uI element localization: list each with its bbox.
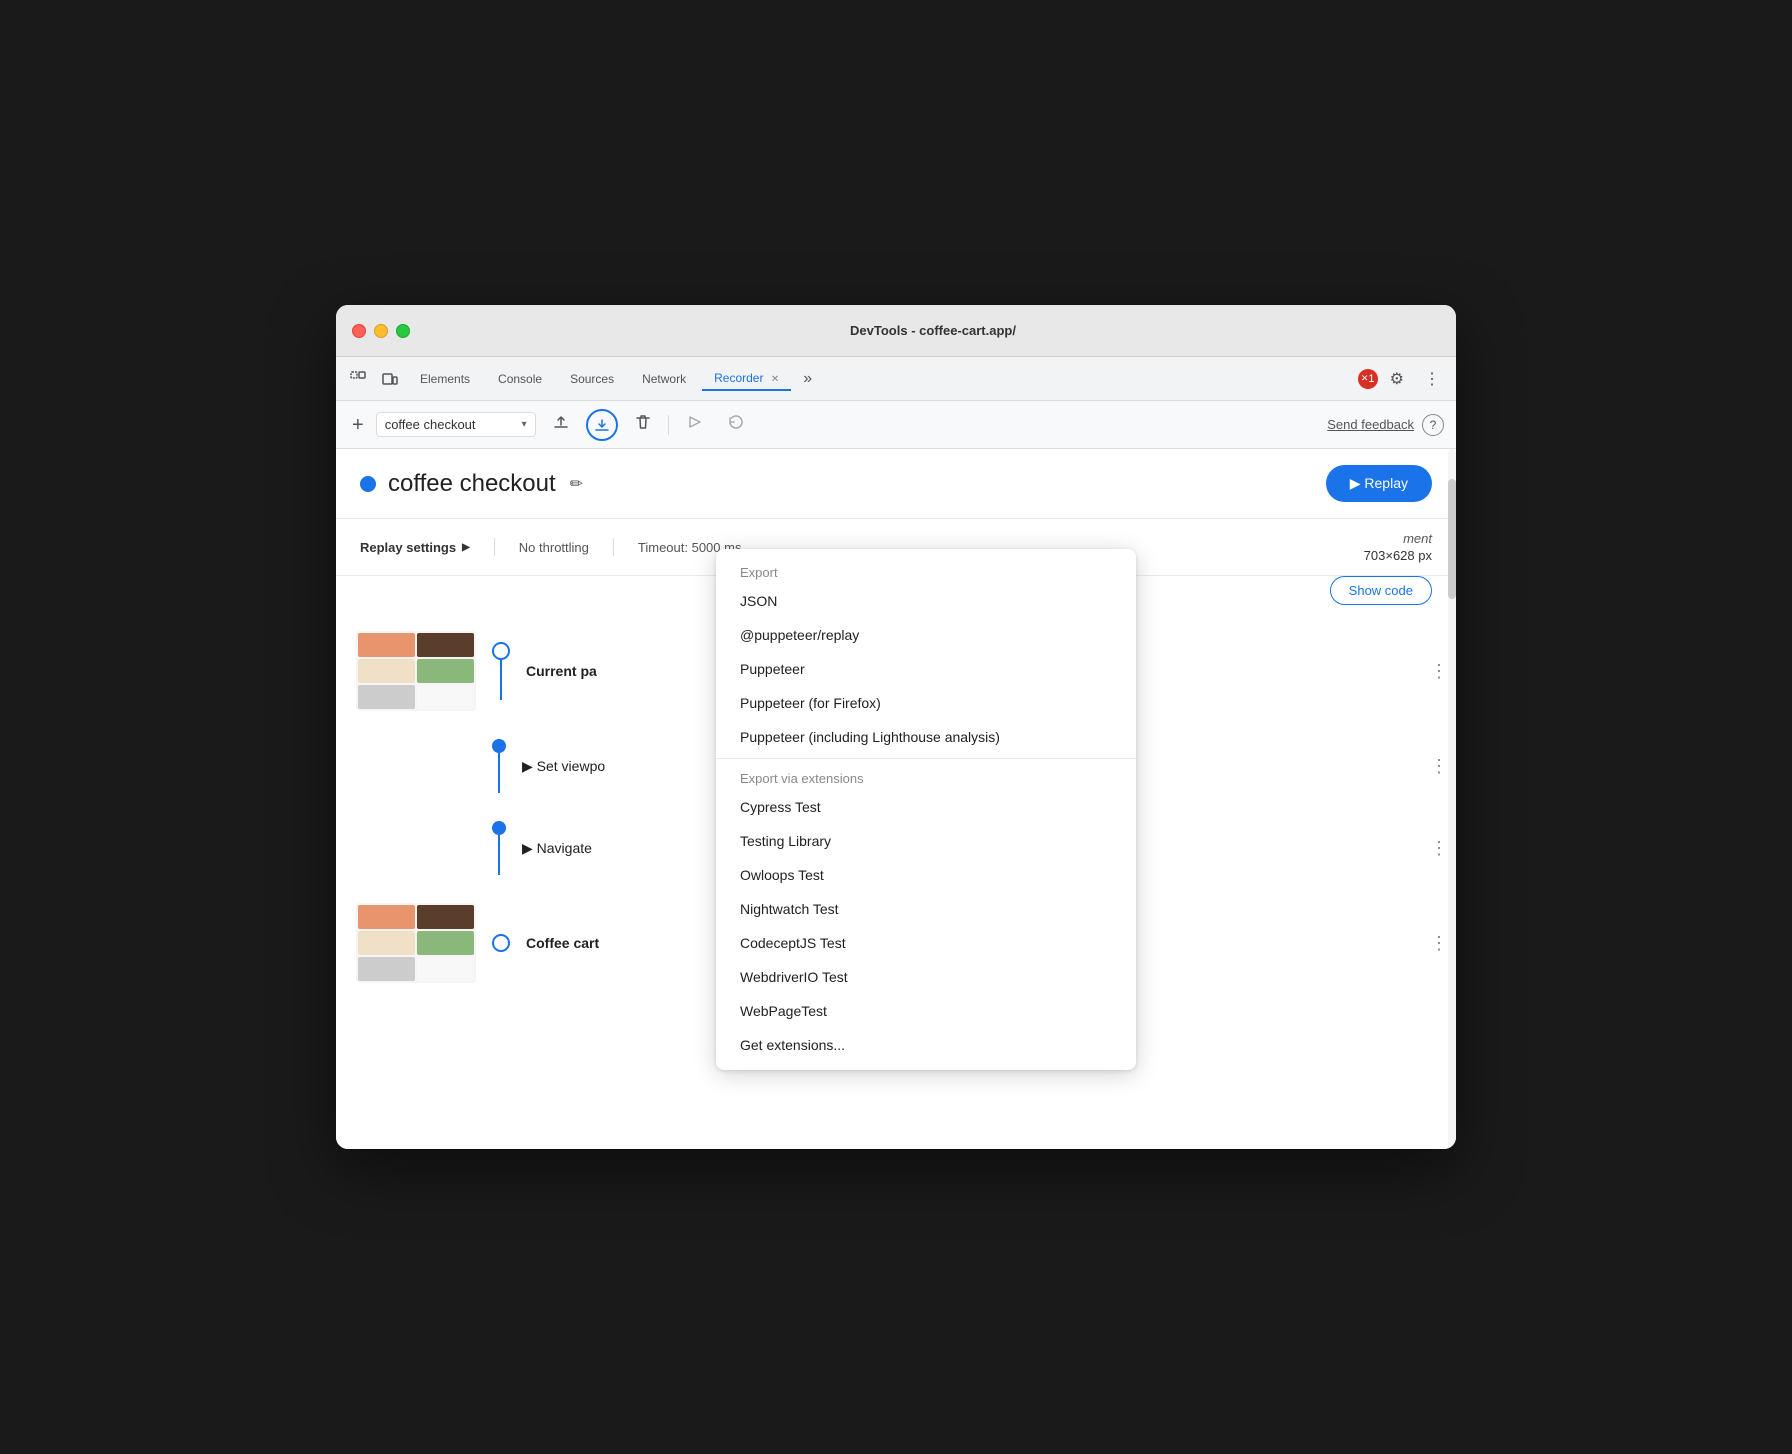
error-count-badge: ✕ 1 bbox=[1358, 369, 1378, 389]
export-cypress-item[interactable]: Cypress Test bbox=[716, 790, 1136, 824]
settings-gear-icon[interactable]: ⚙ bbox=[1382, 365, 1412, 393]
step-dot-3 bbox=[492, 821, 506, 875]
maximize-button[interactable] bbox=[396, 324, 410, 338]
export-owloops-item[interactable]: Owloops Test bbox=[716, 858, 1136, 892]
step-dot bbox=[492, 642, 510, 700]
export-extensions-label: Export via extensions bbox=[716, 763, 1136, 790]
filled-dot bbox=[492, 739, 506, 753]
device-mode-icon[interactable] bbox=[376, 365, 404, 393]
recording-status-dot bbox=[360, 476, 376, 492]
export-puppeteer-replay-item[interactable]: @puppeteer/replay bbox=[716, 618, 1136, 652]
replay-button[interactable]: ▶ Replay bbox=[1326, 465, 1432, 502]
tab-elements[interactable]: Elements bbox=[408, 368, 482, 390]
hollow-dot bbox=[492, 642, 510, 660]
get-extensions-item[interactable]: Get extensions... bbox=[716, 1028, 1136, 1062]
inspect-element-icon[interactable] bbox=[344, 365, 372, 393]
export-webdriverio-item[interactable]: WebdriverIO Test bbox=[716, 960, 1136, 994]
titlebar: DevTools - coffee-cart.app/ bbox=[336, 305, 1456, 357]
hollow-dot-4 bbox=[492, 934, 510, 952]
settings-divider bbox=[494, 538, 495, 556]
export-testing-library-item[interactable]: Testing Library bbox=[716, 824, 1136, 858]
export-section-label: Export bbox=[716, 557, 1136, 584]
add-recording-button[interactable]: + bbox=[348, 411, 368, 439]
replay-step-button[interactable] bbox=[719, 409, 753, 440]
export-puppeteer-item[interactable]: Puppeteer bbox=[716, 652, 1136, 686]
scrollbar-thumb[interactable] bbox=[1448, 479, 1456, 599]
step-dot-4 bbox=[492, 934, 510, 952]
recorder-toolbar: + coffee checkout ▾ bbox=[336, 401, 1456, 449]
step-screenshot bbox=[356, 631, 476, 711]
minimize-button[interactable] bbox=[374, 324, 388, 338]
viewport-size: 703×628 px bbox=[1364, 548, 1432, 563]
export-puppeteer-firefox-item[interactable]: Puppeteer (for Firefox) bbox=[716, 686, 1136, 720]
export-nightwatch-item[interactable]: Nightwatch Test bbox=[716, 892, 1136, 926]
export-puppeteer-lighthouse-item[interactable]: Puppeteer (including Lighthouse analysis… bbox=[716, 720, 1136, 754]
export-webpagetest-item[interactable]: WebPageTest bbox=[716, 994, 1136, 1028]
export-recording-button[interactable] bbox=[586, 409, 618, 441]
tab-network[interactable]: Network bbox=[630, 368, 698, 390]
viewport-label: ment bbox=[1403, 531, 1432, 546]
devtools-window: DevTools - coffee-cart.app/ Elements Con… bbox=[336, 305, 1456, 1149]
play-recording-button[interactable] bbox=[677, 409, 711, 440]
more-tabs-button[interactable]: » bbox=[795, 366, 820, 392]
window-title: DevTools - coffee-cart.app/ bbox=[426, 323, 1440, 338]
replay-settings-label[interactable]: Replay settings ▶ bbox=[360, 540, 470, 555]
more-options-icon[interactable]: ⋮ bbox=[1416, 365, 1448, 393]
tab-sources[interactable]: Sources bbox=[558, 368, 626, 390]
export-codecept-item[interactable]: CodeceptJS Test bbox=[716, 926, 1136, 960]
help-button[interactable]: ? bbox=[1422, 414, 1444, 436]
throttling-value: No throttling bbox=[519, 540, 589, 555]
close-recorder-tab[interactable]: ✕ bbox=[771, 374, 779, 385]
upload-recording-button[interactable] bbox=[544, 409, 578, 440]
chevron-down-icon: ▾ bbox=[522, 419, 527, 430]
tab-recorder[interactable]: Recorder ✕ bbox=[702, 367, 791, 391]
delete-recording-button[interactable] bbox=[626, 409, 660, 440]
filled-dot-3 bbox=[492, 821, 506, 835]
step-screenshot-4 bbox=[356, 903, 476, 983]
close-button[interactable] bbox=[352, 324, 366, 338]
devtools-tabs-bar: Elements Console Sources Network Recorde… bbox=[336, 357, 1456, 401]
recording-title: coffee checkout bbox=[388, 470, 556, 498]
send-feedback-link[interactable]: Send feedback bbox=[1327, 417, 1414, 432]
show-code-button[interactable]: Show code bbox=[1330, 576, 1432, 605]
export-dropdown: Export JSON @puppeteer/replay Puppeteer … bbox=[716, 549, 1136, 1070]
export-json-item[interactable]: JSON bbox=[716, 584, 1136, 618]
dropdown-divider bbox=[716, 758, 1136, 759]
recording-name-label: coffee checkout bbox=[385, 417, 516, 432]
tab-console[interactable]: Console bbox=[486, 368, 554, 390]
recording-header: coffee checkout ✏ ▶ Replay bbox=[336, 449, 1456, 519]
edit-recording-name-button[interactable]: ✏ bbox=[566, 470, 587, 498]
settings-divider-2 bbox=[613, 538, 614, 556]
step-dot-2 bbox=[492, 739, 506, 793]
scrollbar-track bbox=[1448, 449, 1456, 1149]
traffic-lights bbox=[352, 324, 410, 338]
recording-selector[interactable]: coffee checkout ▾ bbox=[376, 412, 536, 437]
recorder-main-content: coffee checkout ✏ ▶ Replay Replay settin… bbox=[336, 449, 1456, 1149]
error-x-icon: ✕ bbox=[1361, 373, 1369, 384]
